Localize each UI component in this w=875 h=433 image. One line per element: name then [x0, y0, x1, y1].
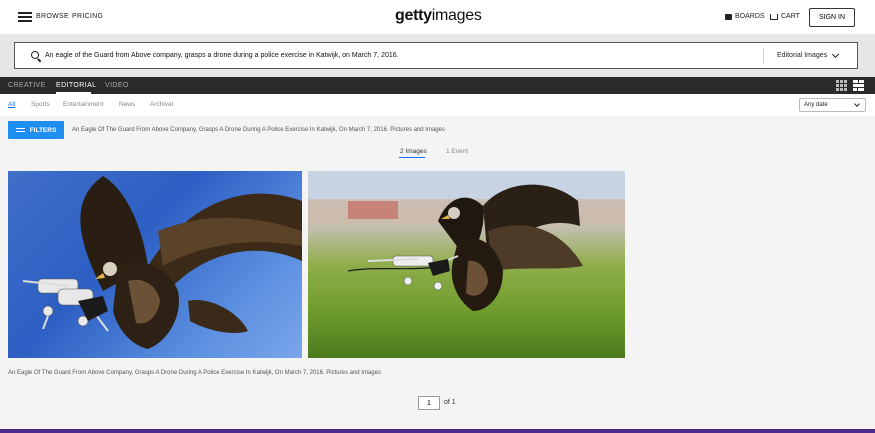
search-icon[interactable]	[31, 51, 39, 59]
editorial-subnav: All Sports Entertainment News Archival A…	[0, 94, 875, 116]
sign-in-button[interactable]: SIGN IN	[809, 8, 855, 27]
eagle-photo-1	[22, 176, 302, 349]
content-type-tabs: CREATIVE EDITORIAL VIDEO	[0, 77, 875, 94]
tab-events-count[interactable]: 1 Event	[446, 148, 468, 155]
getty-logo[interactable]: gettyimages	[395, 7, 482, 25]
chevron-down-icon	[854, 100, 860, 107]
top-header: BROWSE PRICING gettyimages BOARDS CART S…	[0, 0, 875, 34]
eagle-photo-2	[308, 171, 625, 311]
cart-link[interactable]: CART	[770, 13, 800, 20]
page-total: of 1	[444, 399, 456, 406]
pricing-link[interactable]: PRICING	[72, 13, 103, 20]
tab-creative[interactable]: CREATIVE	[8, 82, 46, 89]
filters-button[interactable]: FILTERS	[8, 121, 64, 139]
grid-view-icon[interactable]	[836, 80, 847, 91]
search-query[interactable]: An eagle of the Guard from Above company…	[45, 52, 399, 59]
search-area: An eagle of the Guard from Above company…	[0, 34, 875, 77]
results-heading: An Eagle Of The Guard From Above Company…	[72, 127, 445, 133]
subnav-entertainment[interactable]: Entertainment	[63, 101, 103, 108]
subnav-sports[interactable]: Sports	[31, 101, 50, 108]
date-filter-select[interactable]: Any date	[799, 98, 866, 112]
tab-images-count[interactable]: 2 Images	[400, 148, 427, 155]
filters-icon	[15, 127, 25, 133]
bottom-accent-bar	[0, 429, 875, 433]
boards-link[interactable]: BOARDS	[725, 13, 765, 20]
subnav-all[interactable]: All	[8, 101, 15, 108]
tab-editorial[interactable]: EDITORIAL	[56, 82, 96, 89]
menu-icon[interactable]	[18, 12, 32, 22]
boards-icon	[725, 13, 732, 20]
search-divider	[763, 48, 764, 64]
browse-link[interactable]: BROWSE	[36, 13, 69, 20]
result-image-2[interactable]	[308, 171, 625, 358]
chevron-down-icon	[832, 50, 840, 58]
search-scope-dropdown[interactable]: Editorial Images	[777, 50, 840, 59]
result-image-1[interactable]	[8, 171, 302, 358]
subnav-archival[interactable]: Archival	[150, 101, 173, 108]
cart-icon	[770, 13, 778, 20]
search-input[interactable]: An eagle of the Guard from Above company…	[14, 42, 858, 69]
tab-video[interactable]: VIDEO	[105, 82, 129, 89]
page-number-input[interactable]	[418, 396, 440, 410]
mosaic-view-icon[interactable]	[853, 80, 864, 91]
result-tab-indicator	[399, 157, 425, 158]
subnav-news[interactable]: News	[119, 101, 135, 108]
results-caption: An Eagle Of The Guard From Above Company…	[8, 370, 381, 376]
